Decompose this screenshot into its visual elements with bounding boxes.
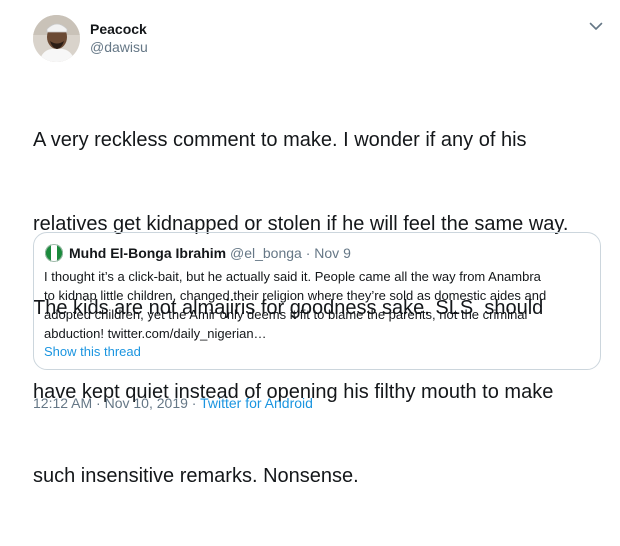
meta-separator: ·	[96, 395, 101, 411]
tweet-date[interactable]: Nov 10, 2019	[105, 395, 188, 411]
quoted-separator: ·	[305, 245, 311, 261]
quoted-author-avatar[interactable]	[45, 244, 63, 262]
tweet-card: Peacock @dawisu A very reckless comment …	[0, 0, 620, 487]
quoted-text: I thought it’s a click-bait, but he actu…	[44, 267, 594, 343]
quoted-tweet[interactable]: Muhd El-Bonga Ibrahim @el_bonga · Nov 9 …	[33, 232, 601, 370]
quoted-text-line: to kidnap little children, changed their…	[44, 288, 547, 303]
show-thread-link[interactable]: Show this thread	[44, 343, 141, 361]
author-avatar[interactable]	[33, 15, 80, 62]
tweet-text-line: such insensitive remarks. Nonsense.	[33, 465, 359, 487]
author-handle[interactable]: @dawisu	[90, 38, 148, 56]
quoted-text-line: adopted children, yet the Amir only deem…	[44, 307, 528, 322]
meta-separator: ·	[191, 395, 197, 411]
quoted-header: Muhd El-Bonga Ibrahim @el_bonga · Nov 9	[69, 244, 351, 262]
author-name[interactable]: Peacock	[90, 20, 147, 38]
chevron-down-icon[interactable]	[586, 16, 606, 36]
quoted-text-line: abduction! twitter.com/daily_nigerian…	[44, 326, 267, 341]
tweet-source-link[interactable]: Twitter for Android	[200, 395, 313, 411]
tweet-text-line: A very reckless comment to make. I wonde…	[33, 129, 527, 151]
quoted-text-line: I thought it’s a click-bait, but he actu…	[44, 269, 541, 284]
tweet-time[interactable]: 12:12 AM	[33, 395, 92, 411]
quoted-author-handle[interactable]: @el_bonga	[230, 245, 302, 261]
tweet-meta: 12:12 AM · Nov 10, 2019 · Twitter for An…	[33, 394, 313, 412]
quoted-author-name[interactable]: Muhd El-Bonga Ibrahim	[69, 245, 226, 261]
quoted-date[interactable]: Nov 9	[314, 245, 351, 261]
